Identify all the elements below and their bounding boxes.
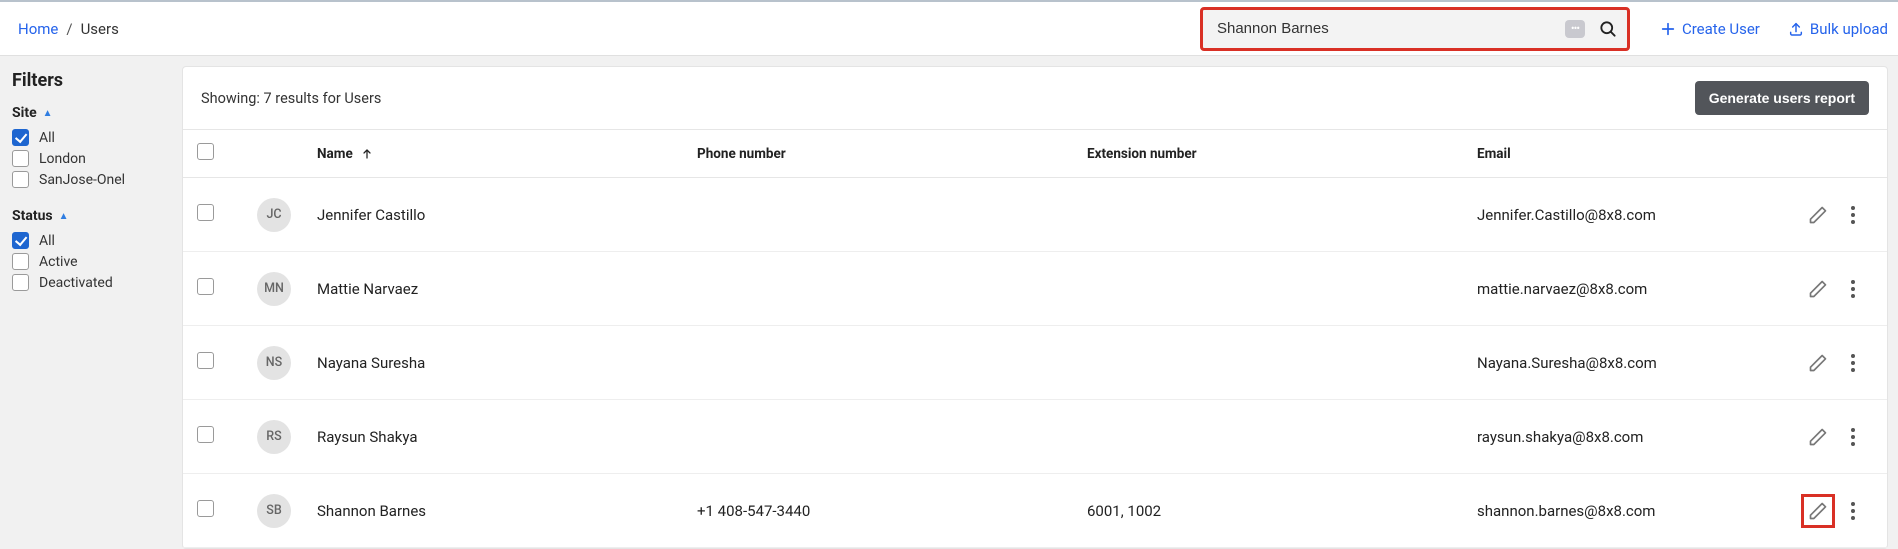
filter-option-label: SanJose-Onel	[39, 172, 125, 188]
checkbox[interactable]	[12, 150, 29, 167]
cell-name: Shannon Barnes	[317, 502, 697, 520]
filter-option-label: Deactivated	[39, 275, 113, 291]
table-row[interactable]: RS Raysun Shakya raysun.shakya@8x8.com	[183, 400, 1887, 474]
table-row[interactable]: MN Mattie Narvaez mattie.narvaez@8x8.com	[183, 252, 1887, 326]
filter-option[interactable]: All	[12, 127, 170, 148]
cell-email: shannon.barnes@8x8.com	[1477, 502, 1807, 520]
filter-option-label: All	[39, 233, 55, 249]
column-name[interactable]: Name	[317, 146, 353, 162]
cell-email: Jennifer.Castillo@8x8.com	[1477, 206, 1807, 224]
edit-button[interactable]	[1807, 352, 1829, 374]
cell-name: Raysun Shakya	[317, 428, 697, 446]
create-user-button[interactable]: Create User	[1660, 20, 1760, 38]
column-extension[interactable]: Extension number	[1087, 146, 1477, 162]
checkbox[interactable]	[12, 274, 29, 291]
results-panel: Showing: 7 results for Users Generate us…	[182, 66, 1888, 549]
breadcrumb-home[interactable]: Home	[18, 20, 58, 38]
results-count: Showing: 7 results for Users	[201, 90, 381, 107]
cell-email: mattie.narvaez@8x8.com	[1477, 280, 1807, 298]
breadcrumb-separator: /	[66, 20, 72, 38]
generate-report-button[interactable]: Generate users report	[1695, 81, 1869, 115]
filter-option[interactable]: Deactivated	[12, 272, 170, 293]
filter-option[interactable]: SanJose-Onel	[12, 169, 170, 190]
avatar: JC	[257, 198, 291, 232]
more-actions-button[interactable]	[1845, 204, 1861, 226]
column-email[interactable]: Email	[1477, 146, 1807, 162]
more-actions-button[interactable]	[1845, 500, 1861, 522]
checkbox[interactable]	[12, 232, 29, 249]
cell-phone: +1 408-547-3440	[697, 502, 1087, 520]
edit-button[interactable]	[1807, 426, 1829, 448]
search-filter-chip[interactable]: •••	[1565, 20, 1585, 38]
search-box[interactable]: •••	[1200, 7, 1630, 51]
row-checkbox[interactable]	[197, 204, 214, 221]
sort-asc-icon[interactable]	[361, 147, 373, 161]
select-all-checkbox[interactable]	[197, 143, 214, 160]
collapse-icon: ▲	[59, 211, 69, 222]
filter-option[interactable]: London	[12, 148, 170, 169]
edit-button[interactable]	[1807, 204, 1829, 226]
more-actions-button[interactable]	[1845, 352, 1861, 374]
cell-name: Nayana Suresha	[317, 354, 697, 372]
column-phone[interactable]: Phone number	[697, 146, 1087, 162]
checkbox[interactable]	[12, 129, 29, 146]
filter-option-label: All	[39, 130, 55, 146]
filter-option[interactable]: All	[12, 230, 170, 251]
checkbox[interactable]	[12, 253, 29, 270]
filters-title: Filters	[12, 70, 170, 91]
checkbox[interactable]	[12, 171, 29, 188]
breadcrumb: Home / Users	[18, 20, 119, 38]
row-checkbox[interactable]	[197, 426, 214, 443]
edit-button[interactable]	[1807, 278, 1829, 300]
more-actions-button[interactable]	[1845, 426, 1861, 448]
breadcrumb-current: Users	[81, 20, 119, 38]
filter-option-label: London	[39, 151, 86, 167]
edit-button[interactable]	[1807, 500, 1829, 522]
bulk-upload-label: Bulk upload	[1810, 20, 1888, 38]
avatar: MN	[257, 272, 291, 306]
filter-option-label: Active	[39, 254, 78, 270]
create-user-label: Create User	[1682, 20, 1760, 38]
cell-extension: 6001, 1002	[1087, 502, 1477, 520]
cell-name: Mattie Narvaez	[317, 280, 697, 298]
filter-option[interactable]: Active	[12, 251, 170, 272]
filter-group-status[interactable]: Status▲	[12, 208, 170, 224]
row-checkbox[interactable]	[197, 352, 214, 369]
cell-email: Nayana.Suresha@8x8.com	[1477, 354, 1807, 372]
search-input[interactable]	[1217, 20, 1565, 37]
collapse-icon: ▲	[43, 108, 53, 119]
avatar: NS	[257, 346, 291, 380]
search-icon[interactable]	[1597, 18, 1619, 40]
row-checkbox[interactable]	[197, 278, 214, 295]
filter-group-site[interactable]: Site▲	[12, 105, 170, 121]
table-row[interactable]: SB Shannon Barnes +1 408-547-3440 6001, …	[183, 474, 1887, 548]
filters-sidebar: Filters Site▲ All London SanJose-Onel Status…	[0, 56, 182, 549]
more-actions-button[interactable]	[1845, 278, 1861, 300]
table-row[interactable]: JC Jennifer Castillo Jennifer.Castillo@8…	[183, 178, 1887, 252]
cell-email: raysun.shakya@8x8.com	[1477, 428, 1807, 446]
table-row[interactable]: NS Nayana Suresha Nayana.Suresha@8x8.com	[183, 326, 1887, 400]
cell-name: Jennifer Castillo	[317, 206, 697, 224]
avatar: SB	[257, 494, 291, 528]
table-header: Name Phone number Extension number Email	[183, 130, 1887, 178]
row-checkbox[interactable]	[197, 500, 214, 517]
avatar: RS	[257, 420, 291, 454]
bulk-upload-button[interactable]: Bulk upload	[1788, 20, 1888, 38]
